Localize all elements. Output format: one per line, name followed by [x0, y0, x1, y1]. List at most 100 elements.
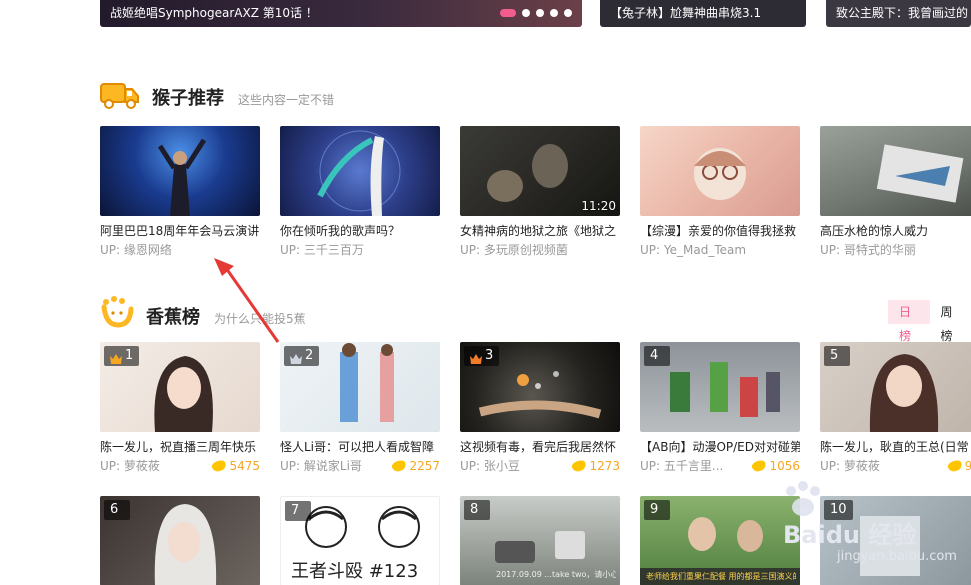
carousel-dot[interactable] — [564, 9, 572, 17]
carousel-dots — [500, 9, 572, 17]
carousel-banner-2[interactable]: 【兔子林】尬舞神曲串烧3.1 — [600, 0, 806, 27]
uploader[interactable]: UP: 多玩原创视频菌 — [460, 242, 568, 258]
uploader[interactable]: UP: 五千言里... — [640, 458, 723, 474]
uploader[interactable]: UP: 萝莜莜 — [100, 458, 160, 474]
section-title[interactable]: 猴子推荐 — [152, 84, 224, 110]
banana-count-value: 1273 — [589, 459, 620, 473]
video-title[interactable]: 高压水枪的惊人威力 — [820, 223, 971, 239]
video-thumbnail[interactable]: 11:20 — [460, 126, 620, 216]
video-thumbnail[interactable]: 2 — [280, 342, 440, 432]
banana-count-value: 5475 — [229, 459, 260, 473]
rank-badge: 10 — [824, 500, 853, 520]
banana-count: 5475 — [211, 458, 260, 474]
video-title[interactable]: 你在倾听我的歌声吗？ — [280, 223, 440, 239]
ranked-video-card[interactable]: 王者斗殴 #123 7 — [280, 496, 440, 585]
ranked-video-card[interactable]: 2017.09.09 ...take two，请小心驾驶！ 8 — [460, 496, 620, 585]
video-title[interactable]: 【AB向】动漫OP/ED对对碰第 — [640, 439, 800, 455]
ranked-video-card[interactable]: 4 【AB向】动漫OP/ED对对碰第 UP: 五千言里... 1056 — [640, 342, 800, 474]
banana-coin-icon — [391, 458, 408, 474]
uploader[interactable]: UP: Ye_Mad_Team — [640, 242, 746, 258]
video-duration: 11:20 — [581, 199, 616, 213]
video-thumbnail[interactable] — [280, 126, 440, 216]
uploader[interactable]: UP: 三千三百万 — [280, 242, 364, 258]
banana-count: 1273 — [571, 458, 620, 474]
rank-number: 3 — [485, 348, 494, 363]
video-title[interactable]: 怪人Li哥：可以把人看成智障 — [280, 439, 440, 455]
ranked-video-card[interactable]: 6 — [100, 496, 260, 585]
rank-number: 5 — [830, 348, 839, 363]
ranked-video-card[interactable]: 2 怪人Li哥：可以把人看成智障 UP: 解说家Li哥 2257 — [280, 342, 440, 474]
banana-count-value: 93 — [964, 459, 971, 473]
thumbnail-caption: 王者斗殴 #123 — [291, 561, 419, 582]
rank-number: 10 — [830, 502, 847, 517]
ranked-video-card[interactable]: 3 这视频有毒，看完后我居然怀 UP: 张小豆 1273 — [460, 342, 620, 474]
banner-title: 战姬绝唱SymphogearAXZ 第10话 ！ — [110, 6, 318, 20]
video-title[interactable]: 陈一发儿，耿直的王总(日常 — [820, 439, 971, 455]
video-card[interactable]: 你在倾听我的歌声吗？ UP: 三千三百万 — [280, 126, 440, 258]
carousel-dot[interactable] — [522, 9, 530, 17]
carousel-banner-1[interactable]: 战姬绝唱SymphogearAXZ 第10话 ！ — [100, 0, 582, 27]
carousel-banner-3[interactable]: 致公主殿下：我曾画过的 — [826, 0, 971, 27]
video-title[interactable]: 女精神病的地狱之旅《地狱之 — [460, 223, 620, 239]
video-title[interactable]: 阿里巴巴18周年年会马云演讲 — [100, 223, 260, 239]
banana-coin-icon — [211, 458, 228, 474]
carousel-dot-active[interactable] — [500, 9, 516, 17]
video-card[interactable]: 高压水枪的惊人威力 UP: 哥特式的华丽 — [820, 126, 971, 258]
video-thumbnail[interactable]: 3 — [460, 342, 620, 432]
ranked-video-card[interactable]: 10 — [820, 496, 971, 585]
banner-title: 致公主殿下：我曾画过的 — [836, 6, 969, 20]
rank-badge: 6 — [104, 500, 130, 520]
rank-badge: 7 — [285, 501, 311, 521]
tab-daily[interactable]: 日榜 — [888, 300, 930, 343]
banner-title: 【兔子林】尬舞神曲串烧3.1 — [610, 6, 762, 20]
video-thumbnail[interactable]: 5 — [820, 342, 971, 432]
rank-number: 9 — [650, 502, 659, 517]
banana-count-value: 2257 — [409, 459, 440, 473]
video-thumbnail[interactable]: 1 — [100, 342, 260, 432]
video-card[interactable]: 阿里巴巴18周年年会马云演讲 UP: 缘恩网络 — [100, 126, 260, 258]
banana-count: 1056 — [751, 458, 800, 474]
rank-number: 2 — [305, 348, 314, 363]
ranked-video-card[interactable]: 老师给我们重果仁配餐 用的都是三国演义的名字 9 — [640, 496, 800, 585]
rank-badge: 5 — [824, 346, 850, 366]
uploader[interactable]: UP: 张小豆 — [460, 458, 520, 474]
rank-badge: 3 — [464, 346, 500, 366]
rank-number: 8 — [470, 502, 479, 517]
rank-number: 6 — [110, 502, 119, 517]
video-card[interactable]: 【综漫】亲爱的你值得我拯救 UP: Ye_Mad_Team — [640, 126, 800, 258]
section-subtitle: 为什么只能投5蕉 — [214, 312, 306, 326]
rank-number: 4 — [650, 348, 659, 363]
video-title[interactable]: 【综漫】亲爱的你值得我拯救 — [640, 223, 800, 239]
video-thumbnail[interactable]: 6 — [100, 496, 260, 585]
uploader[interactable]: UP: 解说家Li哥 — [280, 458, 362, 474]
page: 战姬绝唱SymphogearAXZ 第10话 ！ 【兔子林】尬舞神曲串烧3.1 … — [0, 0, 971, 585]
video-thumbnail[interactable]: 老师给我们重果仁配餐 用的都是三国演义的名字 9 — [640, 496, 800, 585]
video-thumbnail[interactable]: 10 — [820, 496, 971, 585]
rank-number: 1 — [125, 348, 134, 363]
crown-icon — [110, 351, 122, 364]
uploader[interactable]: UP: 缘恩网络 — [100, 242, 172, 258]
banana-count-value: 1056 — [769, 459, 800, 473]
video-title[interactable]: 陈一发儿，祝直播三周年快乐 — [100, 439, 260, 455]
video-card[interactable]: 11:20 女精神病的地狱之旅《地狱之 UP: 多玩原创视频菌 — [460, 126, 620, 258]
video-thumbnail[interactable] — [100, 126, 260, 216]
video-thumbnail[interactable] — [820, 126, 971, 216]
tab-weekly[interactable]: 周榜 — [930, 300, 971, 343]
uploader[interactable]: UP: 萝莜莜 — [820, 458, 880, 474]
video-thumbnail[interactable]: 4 — [640, 342, 800, 432]
ranked-video-card[interactable]: 5 陈一发儿，耿直的王总(日常 UP: 萝莜莜 93 — [820, 342, 971, 474]
video-title[interactable]: 这视频有毒，看完后我居然怀 — [460, 439, 620, 455]
video-thumbnail[interactable]: 王者斗殴 #123 7 — [280, 496, 440, 585]
rank-tabs: 日榜 周榜 — [888, 300, 971, 343]
section-subtitle: 这些内容一定不错 — [238, 93, 335, 107]
video-thumbnail[interactable]: 2017.09.09 ...take two，请小心驾驶！ 8 — [460, 496, 620, 585]
section-title[interactable]: 香蕉榜 — [146, 303, 200, 329]
uploader[interactable]: UP: 哥特式的华丽 — [820, 242, 916, 258]
carousel-dot[interactable] — [536, 9, 544, 17]
video-thumbnail[interactable] — [640, 126, 800, 216]
ranked-video-card[interactable]: 1 陈一发儿，祝直播三周年快乐 UP: 萝莜莜 5475 — [100, 342, 260, 474]
rank-number: 7 — [291, 503, 300, 518]
thumbnail-caption: 老师给我们重果仁配餐 用的都是三国演义的名字 — [646, 572, 796, 581]
section-banana-header: 香蕉榜 为什么只能投5蕉 — [100, 295, 306, 329]
carousel-dot[interactable] — [550, 9, 558, 17]
